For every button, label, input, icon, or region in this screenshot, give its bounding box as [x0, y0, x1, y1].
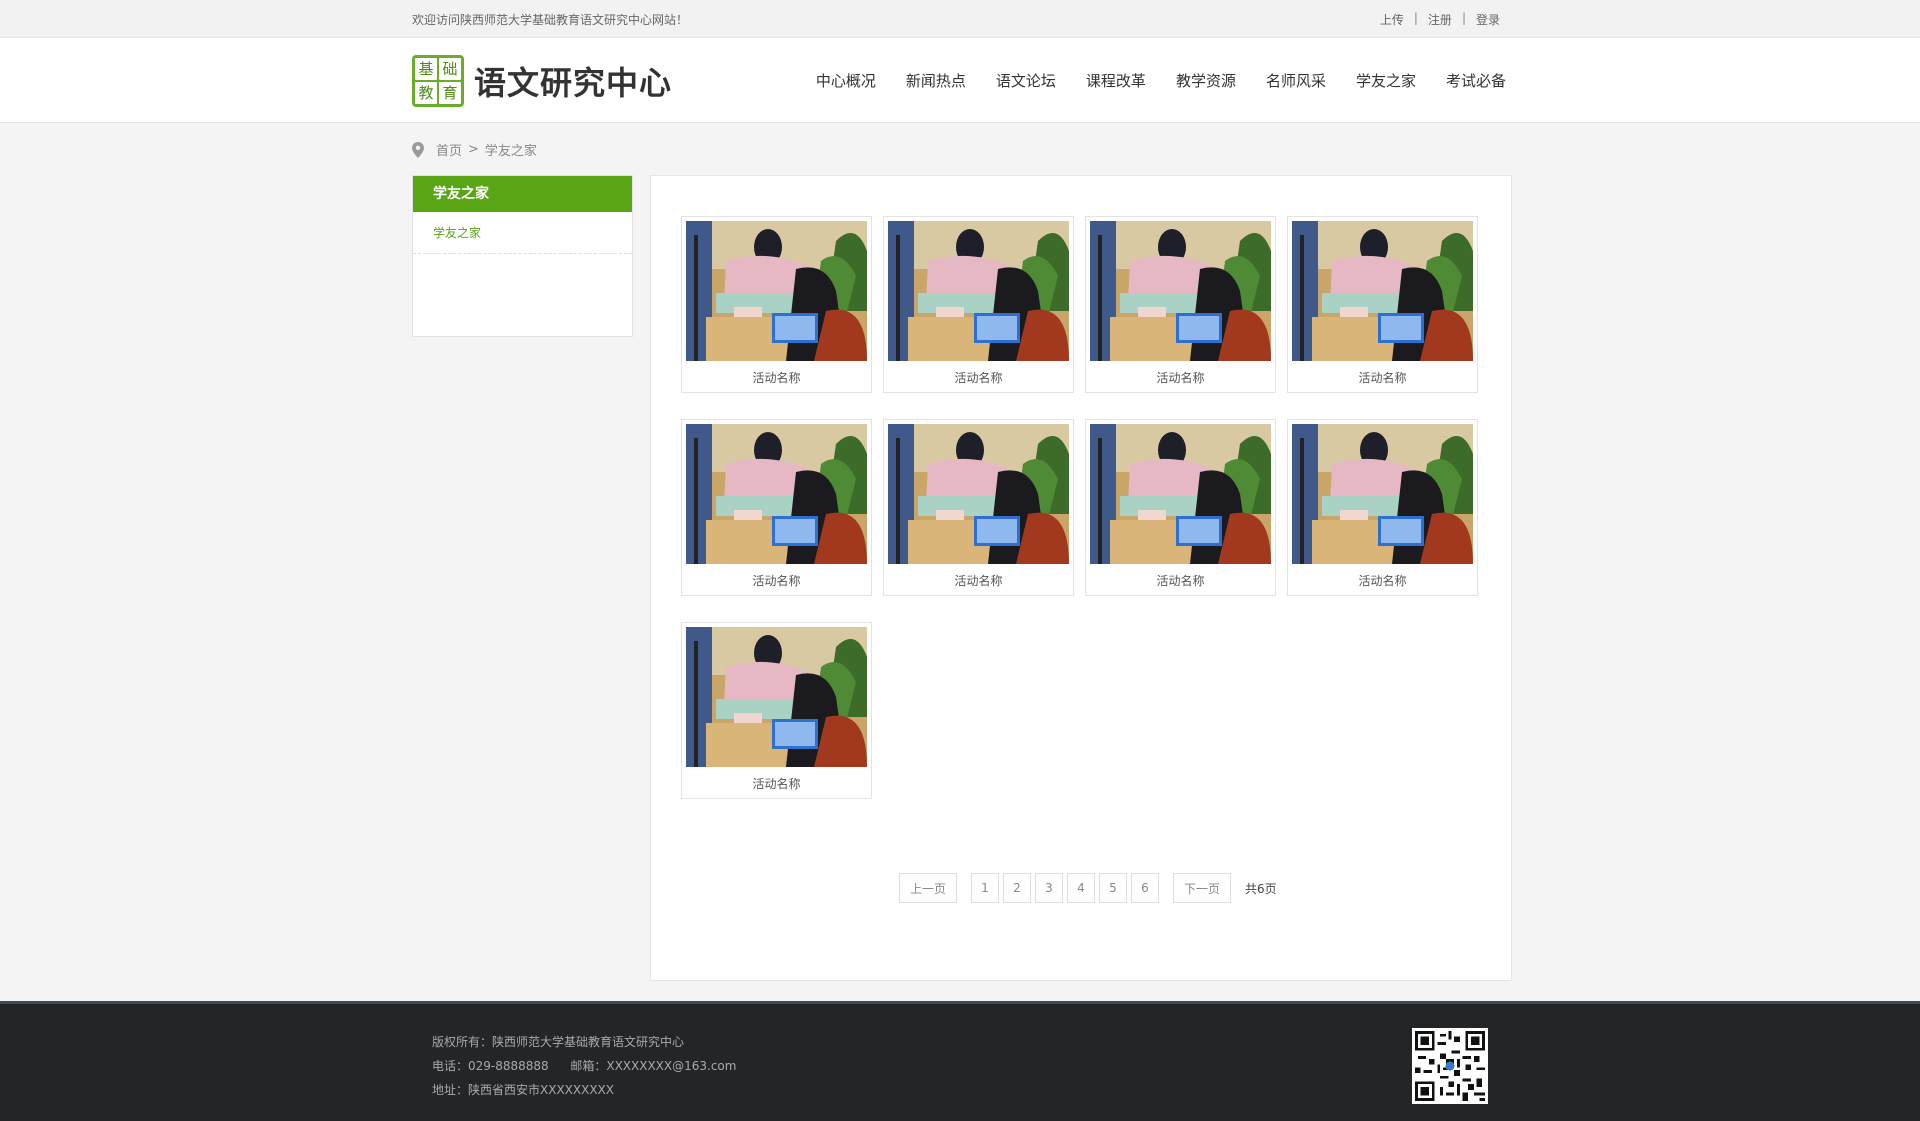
pagination: 上一页 1 2 3 4 5 6 下一页 共6页 — [899, 873, 1277, 903]
activity-photo — [888, 424, 1069, 564]
gallery-caption: 活动名称 — [752, 371, 801, 385]
top-link-separator: | — [1461, 11, 1466, 25]
nav-item-exams[interactable]: 考试必备 — [1446, 70, 1506, 91]
activity-photo — [1292, 221, 1473, 361]
site-header: 基 础 教 育 语文研究中心 中心概况 新闻热点 语文论坛 课程改革 教学资源 … — [0, 38, 1920, 123]
sidebar: 学友之家 学友之家 — [412, 175, 633, 337]
gallery-card[interactable]: 活动名称 — [681, 216, 872, 393]
breadcrumb: 首页 > 学友之家 — [412, 140, 537, 159]
page-button-5[interactable]: 5 — [1099, 873, 1127, 903]
prev-page-button[interactable]: 上一页 — [899, 873, 957, 903]
nav-item-curriculum[interactable]: 课程改革 — [1086, 70, 1146, 91]
footer-phone: 电话：029-8888888 — [432, 1059, 549, 1073]
footer-email: 邮箱：XXXXXXXX@163.com — [570, 1059, 737, 1073]
footer-info: 版权所有：陕西师范大学基础教育语文研究中心 电话：029-8888888 邮箱：… — [432, 1030, 736, 1102]
gallery-card[interactable]: 活动名称 — [1085, 216, 1276, 393]
register-link[interactable]: 注册 — [1428, 11, 1452, 28]
activity-photo — [686, 627, 867, 767]
page-button-3[interactable]: 3 — [1035, 873, 1063, 903]
logo-mark-char: 教 — [415, 82, 437, 104]
gallery-card[interactable]: 活动名称 — [1287, 419, 1478, 596]
logo-mark-icon: 基 础 教 育 — [412, 55, 464, 107]
gallery-caption: 活动名称 — [1156, 371, 1205, 385]
logo-mark-char: 础 — [439, 58, 461, 80]
gallery-caption: 活动名称 — [1156, 574, 1205, 588]
activity-photo — [686, 221, 867, 361]
qr-code-icon — [1412, 1028, 1488, 1104]
site-footer: 版权所有：陕西师范大学基础教育语文研究中心 电话：029-8888888 邮箱：… — [0, 1001, 1920, 1121]
nav-item-news[interactable]: 新闻热点 — [906, 70, 966, 91]
nav-item-forum[interactable]: 语文论坛 — [996, 70, 1056, 91]
main-area: 首页 > 学友之家 学友之家 学友之家 活动名称 活动名称 活动名称 活动名称 … — [412, 123, 1512, 1001]
footer-address: 地址：陕西省西安市XXXXXXXXX — [432, 1083, 614, 1097]
gallery-card[interactable]: 活动名称 — [1287, 216, 1478, 393]
site-title: 语文研究中心 — [474, 64, 673, 102]
top-link-separator: | — [1413, 11, 1418, 25]
page-button-6[interactable]: 6 — [1131, 873, 1159, 903]
breadcrumb-current: 学友之家 — [484, 144, 537, 159]
gallery-caption: 活动名称 — [752, 777, 801, 791]
logo-mark-char: 育 — [439, 82, 461, 104]
gallery-caption: 活动名称 — [1358, 574, 1407, 588]
gallery-card[interactable]: 活动名称 — [883, 216, 1074, 393]
logo-mark-char: 基 — [415, 58, 437, 80]
next-page-button[interactable]: 下一页 — [1173, 873, 1231, 903]
upload-link[interactable]: 上传 — [1380, 11, 1404, 28]
footer-contact: 电话：029-8888888 邮箱：XXXXXXXX@163.com — [432, 1054, 736, 1078]
gallery-card[interactable]: 活动名称 — [1085, 419, 1276, 596]
page-button-4[interactable]: 4 — [1067, 873, 1095, 903]
activity-photo — [1292, 424, 1473, 564]
page-total: 共6页 — [1245, 881, 1277, 896]
content-panel: 活动名称 活动名称 活动名称 活动名称 活动名称 活动名称 活动名称 活动名称 … — [650, 175, 1512, 981]
nav-item-overview[interactable]: 中心概况 — [816, 70, 876, 91]
gallery-card[interactable]: 活动名称 — [883, 419, 1074, 596]
main-nav: 中心概况 新闻热点 语文论坛 课程改革 教学资源 名师风采 学友之家 考试必备 — [816, 70, 1506, 91]
sidebar-title: 学友之家 — [413, 176, 632, 212]
nav-item-alumni[interactable]: 学友之家 — [1356, 70, 1416, 91]
login-link[interactable]: 登录 — [1476, 11, 1500, 28]
activity-photo — [888, 221, 1069, 361]
page-button-1[interactable]: 1 — [971, 873, 999, 903]
activity-photo — [1090, 424, 1271, 564]
activity-photo — [1090, 221, 1271, 361]
sidebar-item-alumni[interactable]: 学友之家 — [413, 212, 632, 254]
breadcrumb-separator: > — [468, 142, 479, 157]
breadcrumb-home[interactable]: 首页 — [436, 140, 462, 159]
gallery-caption: 活动名称 — [954, 371, 1003, 385]
welcome-text: 欢迎访问陕西师范大学基础教育语文研究中心网站！ — [412, 13, 689, 27]
page-button-2[interactable]: 2 — [1003, 873, 1031, 903]
nav-item-teachers[interactable]: 名师风采 — [1266, 70, 1326, 91]
gallery-caption: 活动名称 — [752, 574, 801, 588]
gallery-card[interactable]: 活动名称 — [681, 622, 872, 799]
gallery-caption: 活动名称 — [1358, 371, 1407, 385]
nav-item-resources[interactable]: 教学资源 — [1176, 70, 1236, 91]
gallery-card[interactable]: 活动名称 — [681, 419, 872, 596]
photo-gallery: 活动名称 活动名称 活动名称 活动名称 活动名称 活动名称 活动名称 活动名称 … — [681, 216, 1486, 799]
top-links: 上传 | 注册 | 登录 — [1380, 11, 1500, 28]
location-pin-icon — [412, 141, 424, 158]
activity-photo — [686, 424, 867, 564]
gallery-caption: 活动名称 — [954, 574, 1003, 588]
top-bar: 欢迎访问陕西师范大学基础教育语文研究中心网站！ 上传 | 注册 | 登录 — [0, 0, 1920, 38]
site-logo[interactable]: 基 础 教 育 语文研究中心 — [412, 55, 672, 107]
footer-copyright: 版权所有：陕西师范大学基础教育语文研究中心 — [432, 1035, 685, 1049]
